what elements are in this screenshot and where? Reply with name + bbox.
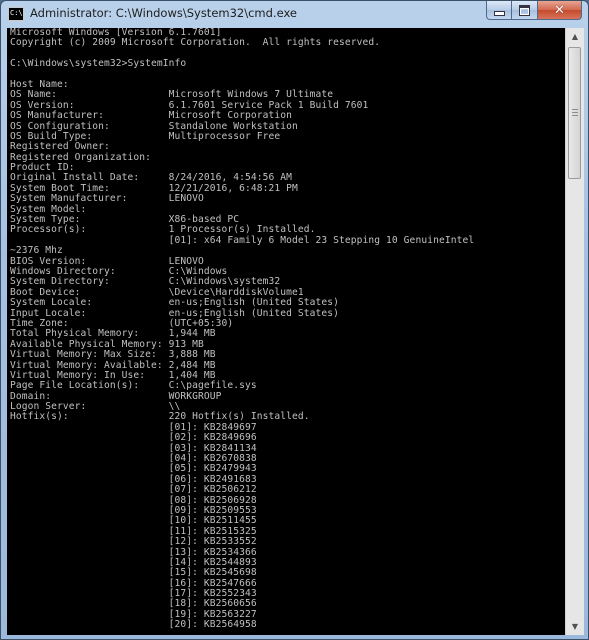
caption-buttons: ✕ [486, 1, 582, 20]
maximize-icon [519, 4, 530, 16]
close-button[interactable]: ✕ [538, 1, 582, 20]
scroll-down-arrow-icon[interactable]: ▼ [566, 618, 584, 635]
console-line: [20]: KB2564958 [10, 619, 257, 631]
console-line: System Manufacturer: LENOVO [10, 193, 204, 205]
cmd-window: C:\ Administrator: C:\Windows\System32\c… [0, 0, 589, 640]
console-output[interactable]: Microsoft Windows [Version 6.1.7601] Copy… [7, 28, 565, 635]
scroll-up-arrow-icon[interactable]: ▲ [566, 28, 584, 45]
console-line: Registered Organization: [10, 151, 152, 163]
console-line: [01]: x64 Family 6 Model 23 Stepping 10 … [10, 234, 475, 246]
console-line: System Locale: en-us;English (United Sta… [10, 297, 340, 309]
minimize-button[interactable] [486, 1, 512, 20]
title-bar[interactable]: C:\ Administrator: C:\Windows\System32\c… [1, 1, 588, 28]
close-icon: ✕ [554, 2, 565, 18]
minimize-icon [493, 11, 505, 16]
cmd-icon-text: C:\ [10, 9, 23, 17]
console-line: [12]: KB2533552 [10, 536, 257, 548]
thumb-grip-line [572, 115, 578, 116]
scrollbar-thumb[interactable] [568, 47, 581, 179]
console-line: Virtual Memory: Max Size: 3,888 MB [10, 349, 216, 361]
console-line: C:\Windows\system32>SystemInfo [10, 58, 187, 70]
maximize-button[interactable] [512, 1, 538, 20]
cmd-icon[interactable]: C:\ [8, 7, 24, 21]
vertical-scrollbar[interactable]: ▲ ▼ [565, 28, 584, 635]
thumb-grip-line [572, 112, 578, 113]
window-title: Administrator: C:\Windows\System32\cmd.e… [30, 6, 297, 20]
console-line: Copyright (c) 2009 Microsoft Corporation… [10, 37, 381, 49]
console-line: OS Manufacturer: Microsoft Corporation [10, 110, 293, 122]
thumb-grip-line [572, 109, 578, 110]
